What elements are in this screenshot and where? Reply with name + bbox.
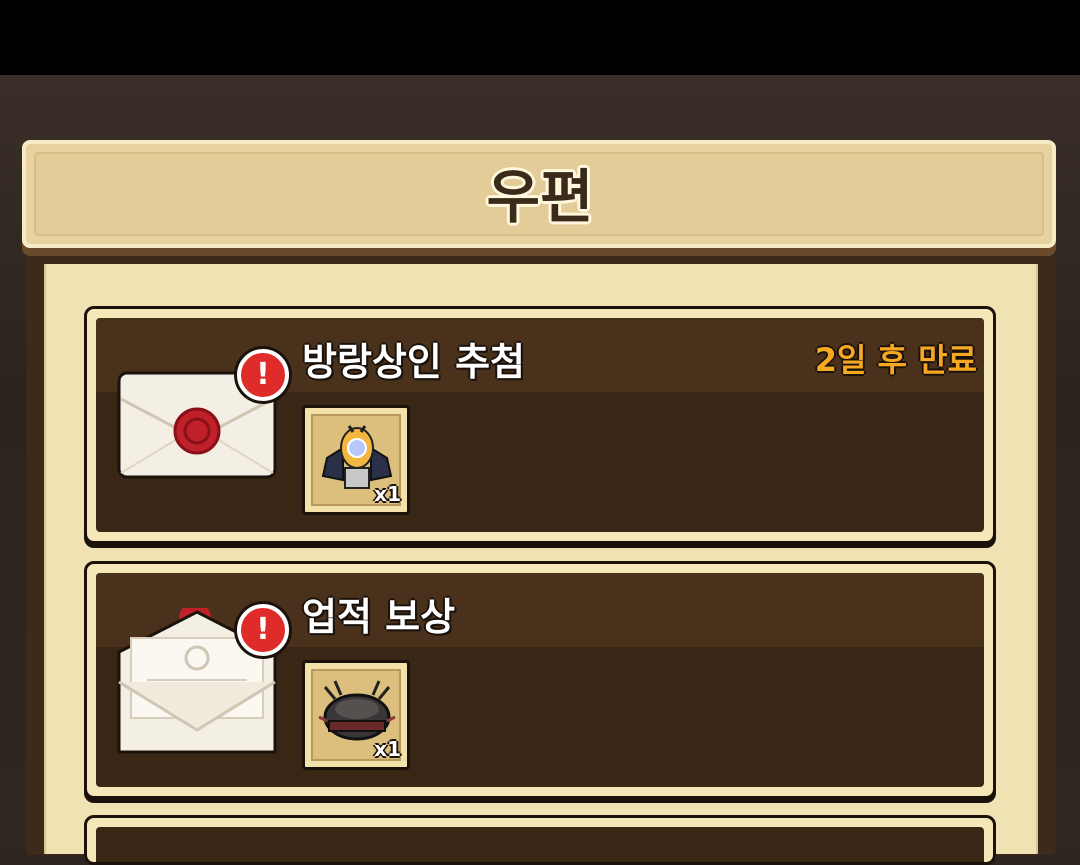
mail-expire-label: 2일 후 만료: [814, 341, 977, 379]
mail-title: 방랑상인 추첨: [302, 340, 525, 384]
mail-item[interactable]: ! 업적 보상 x1: [84, 561, 996, 799]
page-title: 우편: [486, 163, 594, 231]
item-count: x1: [374, 737, 401, 761]
top-status-bar: [0, 0, 1080, 75]
reward-item-slot[interactable]: x1: [302, 660, 410, 770]
alert-badge-icon: !: [237, 604, 289, 656]
alert-badge-icon: !: [237, 349, 289, 401]
mail-item[interactable]: ! 방랑상인 추첨 2일 후 만료 x1: [84, 306, 996, 544]
reward-item-slot[interactable]: x1: [302, 405, 410, 515]
mail-item[interactable]: [84, 815, 996, 865]
item-count: x1: [374, 482, 401, 506]
mail-title: 업적 보상: [302, 595, 456, 639]
